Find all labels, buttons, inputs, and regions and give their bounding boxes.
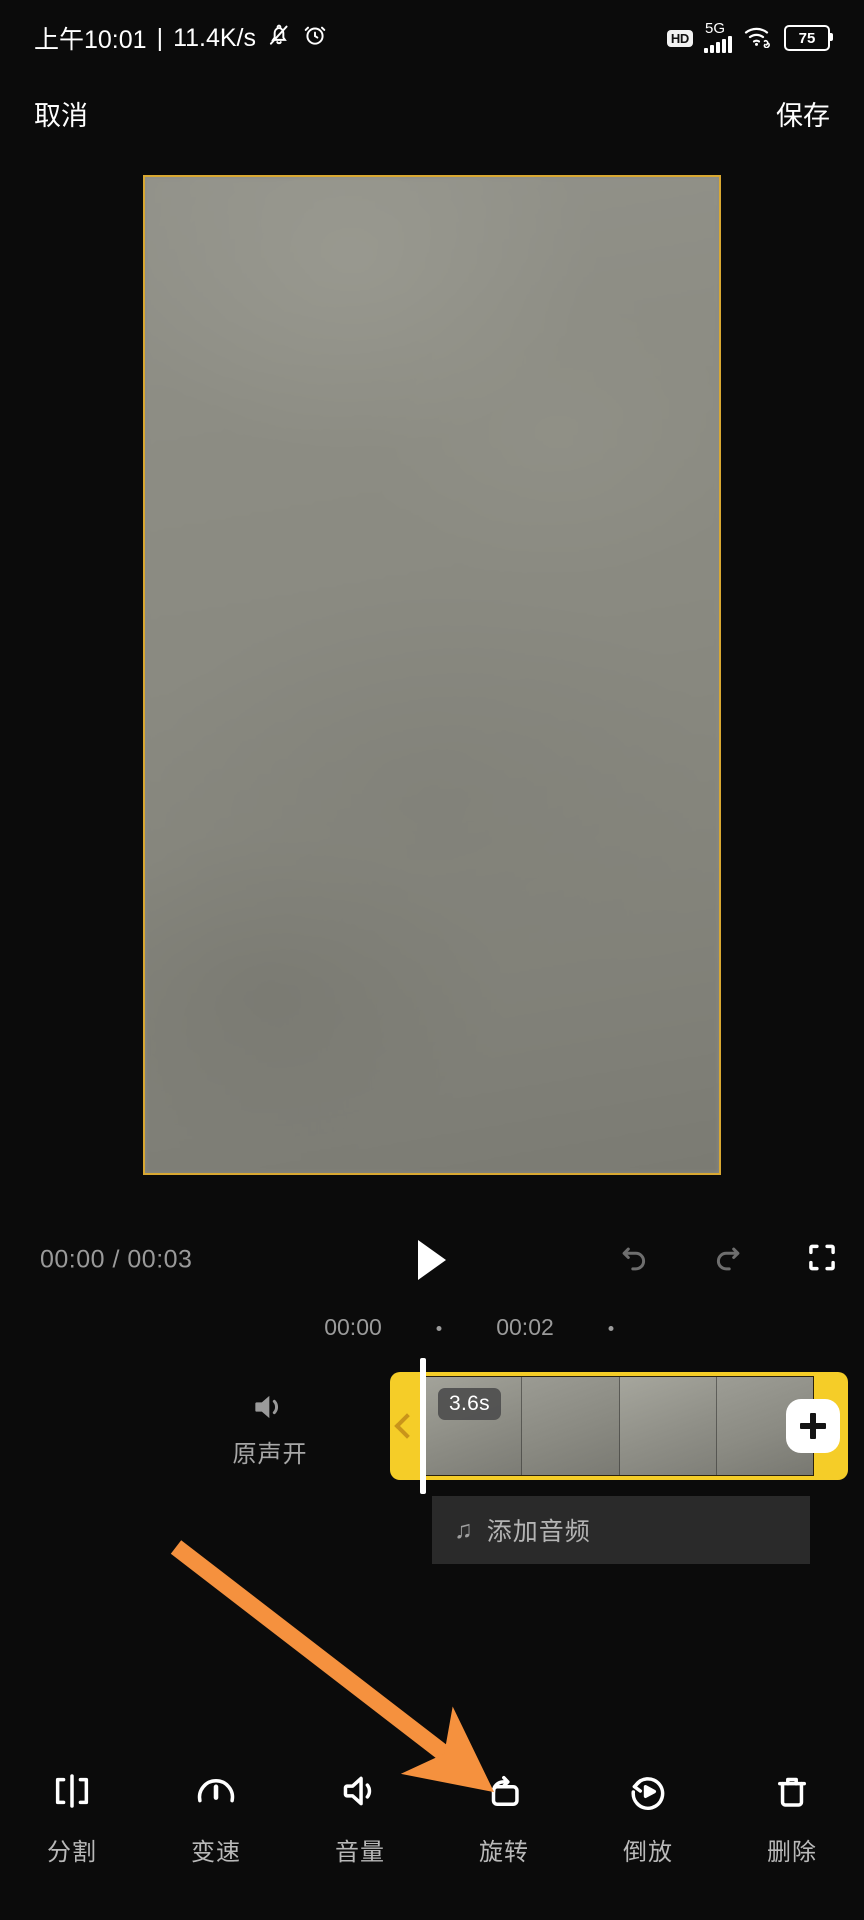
- bell-muted-icon: [266, 22, 292, 55]
- video-preview-frame[interactable]: [143, 175, 721, 1175]
- add-audio-track[interactable]: ♫ 添加音频: [432, 1496, 810, 1564]
- rotate-icon: [481, 1768, 527, 1814]
- clip-duration-badge: 3.6s: [438, 1388, 501, 1421]
- time-readout: 00:00 / 00:03: [40, 1245, 193, 1274]
- video-preview-image: [145, 177, 719, 1173]
- split-icon: [49, 1768, 95, 1814]
- tool-speed[interactable]: 变速: [144, 1768, 288, 1867]
- speed-gauge-icon: [193, 1768, 239, 1814]
- play-button[interactable]: [410, 1236, 454, 1284]
- chevron-left-icon: [394, 1413, 420, 1439]
- playback-icon-group: [616, 1240, 840, 1281]
- signal-bars: [704, 36, 732, 53]
- hd-icon: HD: [666, 29, 693, 47]
- network-type-label: 5G: [705, 20, 726, 37]
- clip-thumbnail: [619, 1377, 717, 1475]
- clip-left-handle[interactable]: [390, 1372, 424, 1480]
- tool-label: 分割: [47, 1839, 97, 1866]
- reverse-play-icon: [625, 1768, 671, 1814]
- video-clip-strip[interactable]: 3.6s: [390, 1372, 848, 1480]
- ruler-dot: [608, 1326, 614, 1331]
- add-audio-label: 添加音频: [486, 1518, 591, 1546]
- status-bar: 上午10:01 | 11.4K/s HD 5G 75: [0, 0, 864, 76]
- video-editor-screen: 上午10:01 | 11.4K/s HD 5G 75 取消 保存 00:00 /…: [0, 0, 864, 1920]
- battery-level: 75: [798, 29, 816, 47]
- tool-volume[interactable]: 音量: [288, 1768, 432, 1867]
- tool-rotate[interactable]: 旋转: [432, 1768, 576, 1867]
- tool-reverse[interactable]: 倒放: [576, 1768, 720, 1867]
- tool-label: 倒放: [623, 1839, 673, 1866]
- undo-icon[interactable]: [616, 1240, 652, 1281]
- status-separator: |: [156, 23, 164, 52]
- network-speed: 11.4K/s: [173, 23, 256, 52]
- tool-delete[interactable]: 删除: [720, 1768, 864, 1867]
- trash-icon: [769, 1768, 815, 1814]
- playhead[interactable]: [420, 1358, 426, 1494]
- alarm-clock-icon: [302, 22, 328, 55]
- wifi-icon: [743, 24, 773, 53]
- redo-icon[interactable]: [710, 1240, 746, 1281]
- speaker-icon: [250, 1390, 290, 1424]
- cancel-button[interactable]: 取消: [30, 88, 92, 139]
- tool-label: 删除: [767, 1839, 817, 1866]
- save-button[interactable]: 保存: [772, 88, 834, 139]
- battery-icon: 75: [784, 25, 833, 51]
- clip-thumbnail: [522, 1377, 620, 1475]
- original-sound-toggle[interactable]: 原声开: [205, 1390, 335, 1469]
- original-sound-label: 原声开: [232, 1441, 308, 1468]
- plus-icon: [800, 1413, 826, 1439]
- video-preview-area: [0, 152, 864, 1222]
- music-note-icon: ♫: [454, 1515, 473, 1544]
- signal-strength-icon: 5G: [704, 20, 732, 53]
- ruler-dot: [436, 1326, 442, 1331]
- tool-label: 变速: [191, 1839, 241, 1866]
- add-clip-button[interactable]: [786, 1399, 840, 1453]
- ruler-tick: 00:02: [496, 1314, 554, 1340]
- timeline-ruler: 00:00 00:02: [0, 1300, 864, 1358]
- volume-icon: [337, 1768, 383, 1814]
- status-bar-left: 上午10:01 | 11.4K/s: [34, 20, 328, 56]
- bottom-toolbar: 分割 变速 音量 旋转 倒放 删除: [0, 1750, 864, 1920]
- timeline-tracks: 原声开 3.6s ♫ 添加音频: [0, 1358, 864, 1648]
- tool-split[interactable]: 分割: [0, 1768, 144, 1867]
- tool-label: 音量: [335, 1839, 385, 1866]
- status-time: 上午10:01: [34, 26, 147, 54]
- status-bar-right: HD 5G 75: [666, 20, 833, 53]
- tool-label: 旋转: [479, 1839, 529, 1866]
- ruler-tick: 00:00: [324, 1314, 382, 1340]
- playback-controls: 00:00 / 00:03: [0, 1222, 864, 1298]
- top-action-bar: 取消 保存: [0, 76, 864, 150]
- fullscreen-icon[interactable]: [804, 1240, 840, 1281]
